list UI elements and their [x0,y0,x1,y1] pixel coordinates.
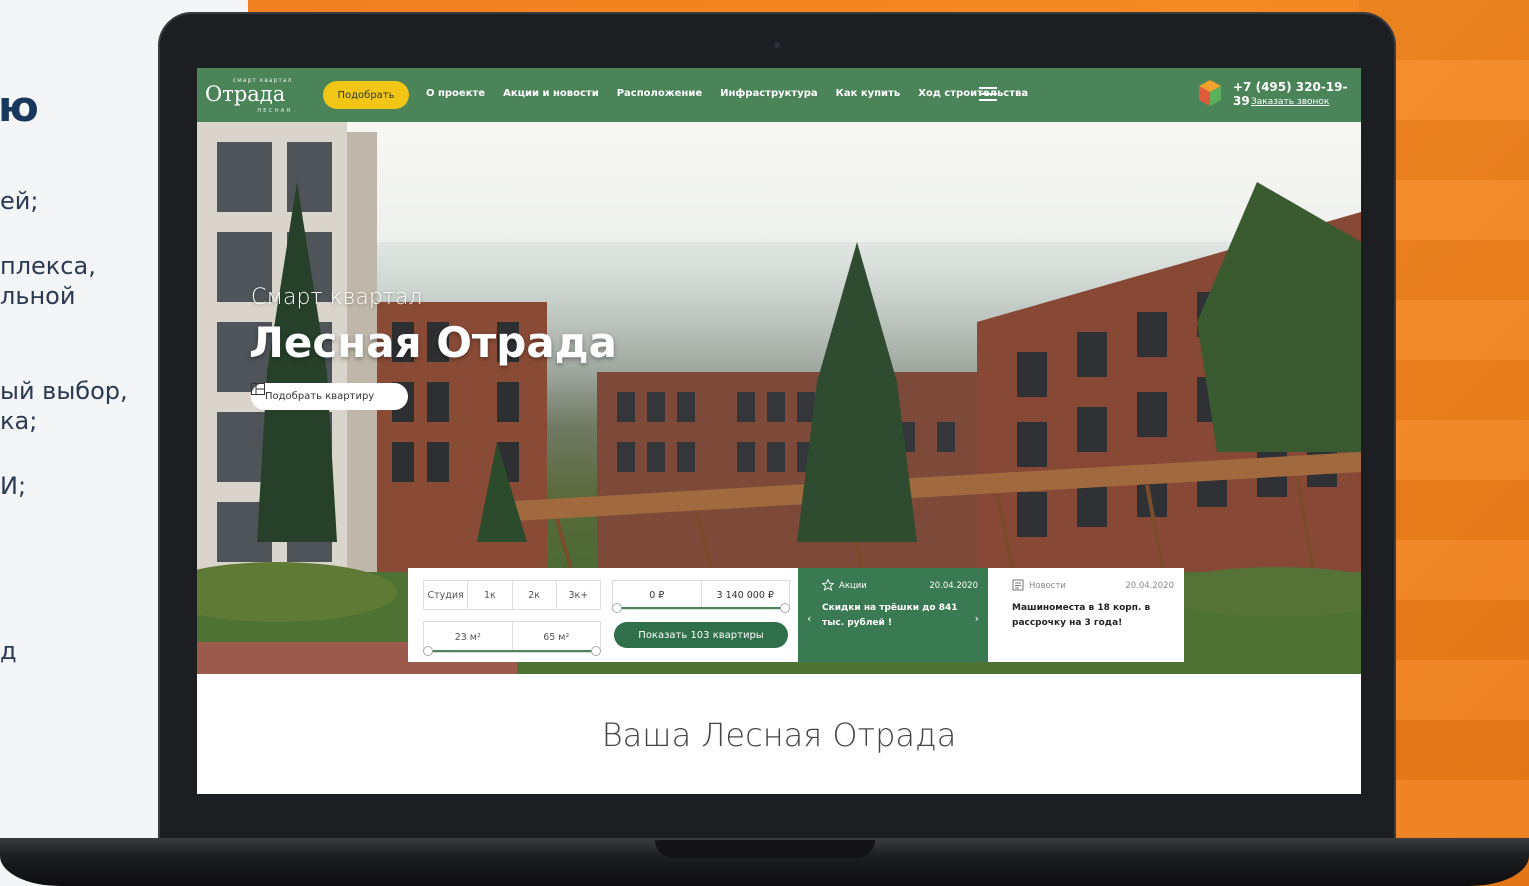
menu-icon[interactable] [979,87,997,101]
price-max[interactable]: 3 140 000 ₽ [702,581,790,609]
slide-line-4: ый выбор, [0,377,128,405]
hero-title: Лесная Отрада [249,318,617,367]
price-slider-track[interactable] [616,607,784,609]
promo-card[interactable]: Акции 20.04.2020 Скидки на трёшки до 841… [798,568,988,662]
news-icon [1012,579,1024,591]
main-nav: О проекте Акции и новости Расположение И… [426,88,1046,99]
pick-button[interactable]: Подобрать [323,81,409,109]
slide-line-6: И; [0,472,27,500]
nav-item-location[interactable]: Расположение [617,88,702,99]
news-text: Машиноместа в 18 корп. в рассрочку на 3 … [1012,603,1151,628]
room-selector: Студия 1к 2к 3к+ [423,580,601,610]
nav-item-promos[interactable]: Акции и новости [503,88,599,99]
pick-apartment-label: Подобрать квартиру [265,391,375,402]
promo-category: Акции [839,581,867,591]
next-arrow-icon[interactable]: › [975,612,979,625]
section-title: Ваша Лесная Отрада [601,716,957,754]
slide-line-5: ка; [0,407,38,435]
slide-line-7: д [0,637,17,665]
area-slider-track[interactable] [427,650,595,652]
callback-link[interactable]: Заказать звонок [1251,97,1329,107]
room-option-studio[interactable]: Студия [424,581,469,609]
area-slider-min-handle[interactable] [423,646,433,656]
slide-line-2: плекса, [0,252,96,280]
site-header: смарт квартал Отрада ЛЕСНАЯ Подобрать О … [197,68,1361,122]
cube-icon [1199,80,1221,106]
price-slider-max-handle[interactable] [780,603,790,613]
logo-wordmark: Отрада [205,82,286,106]
promo-date: 20.04.2020 [929,581,978,591]
news-category: Новости [1029,581,1066,591]
nav-item-about[interactable]: О проекте [426,88,485,99]
hero-subtitle: Смарт квартал [251,285,423,310]
show-apartments-button[interactable]: Показать 103 квартиры [614,622,788,648]
room-option-2k[interactable]: 2к [513,581,557,609]
slide-line-3: льной [0,282,76,310]
slide-line-1: ей; [0,187,39,215]
room-option-3k[interactable]: 3к+ [557,581,600,609]
area-range: 23 м² 65 м² [423,621,601,653]
area-min[interactable]: 23 м² [424,622,513,652]
slide-heading: ю [0,82,39,131]
nav-item-infrastructure[interactable]: Инфраструктура [720,88,818,99]
area-slider-max-handle[interactable] [591,646,601,656]
logo-subtitle: ЛЕСНАЯ [257,108,293,114]
room-option-1k[interactable]: 1к [468,581,513,609]
area-max[interactable]: 65 м² [513,622,601,652]
price-min[interactable]: 0 ₽ [613,581,702,609]
price-slider-min-handle[interactable] [612,603,622,613]
prev-arrow-icon[interactable]: ‹ [807,612,811,625]
pick-apartment-button[interactable]: Подобрать квартиру [251,383,408,410]
apartment-filter-panel: Студия 1к 2к 3к+ 23 м² 65 м² 0 ₽ 3 140 0… [408,568,798,662]
news-date: 20.04.2020 [1125,581,1174,591]
price-range: 0 ₽ 3 140 000 ₽ [612,580,790,610]
laptop-camera [774,42,780,48]
laptop-screen: Смарт квартал Лесная Отрада Подобрать кв… [197,68,1361,794]
laptop-base-notch [655,840,875,858]
floor-plan-icon [251,383,265,395]
news-card[interactable]: Новости 20.04.2020 Машиноместа в 18 корп… [988,568,1184,662]
star-icon [822,579,834,591]
nav-item-construction[interactable]: Ход строительства [918,88,1028,99]
site-logo[interactable]: смарт квартал Отрада ЛЕСНАЯ [205,76,295,116]
nav-item-how-to-buy[interactable]: Как купить [836,88,901,99]
promo-text: Скидки на трёшки до 841 тыс. рублей ! [822,603,958,628]
